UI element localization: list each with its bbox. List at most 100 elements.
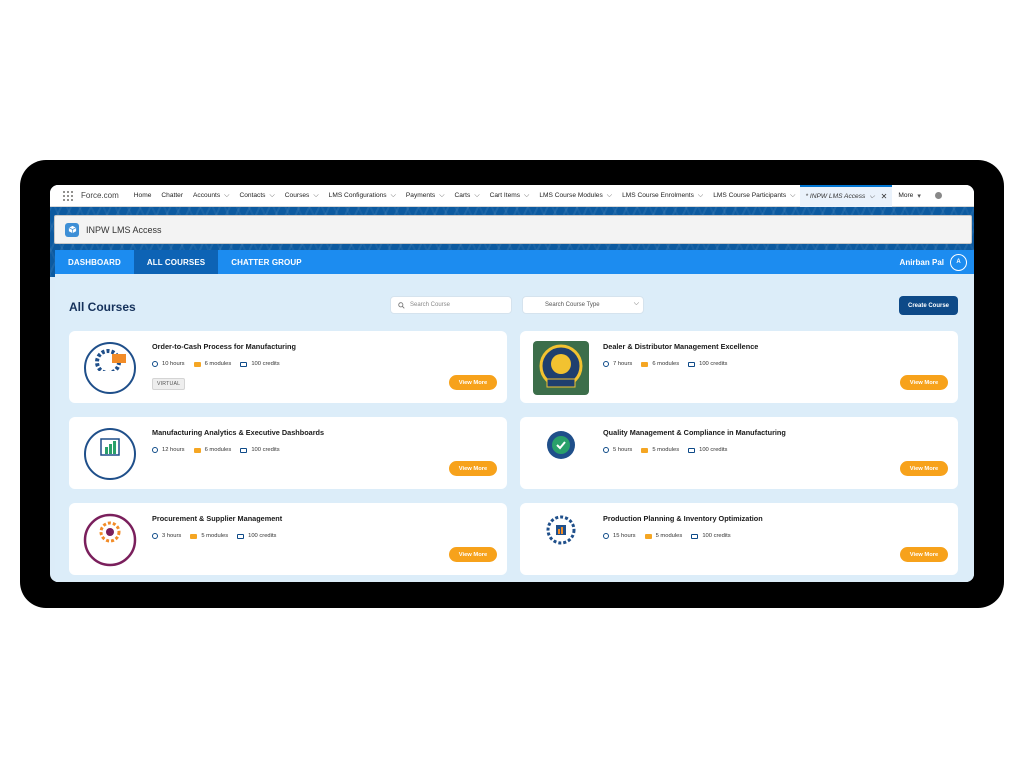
nav-more-label: More [898,192,914,199]
clock-icon [603,361,609,367]
create-course-button[interactable]: Create Course [899,296,958,315]
course-modules: 5 modules [201,533,229,539]
nav-item-label: LMS Configurations [328,192,387,199]
modules-icon [644,533,652,539]
chevron-down-icon[interactable]: ⌵ [391,192,396,200]
nav-item-cart-items[interactable]: Cart Items ⌵ [485,185,535,207]
course-card: Manufacturing Analytics & Executive Dash… [69,417,507,489]
course-card: Production Planning & Inventory Optimiza… [520,503,958,575]
course-type-select[interactable]: Search Course Type ⌵ [522,296,644,314]
settings-icon[interactable] [934,192,942,199]
nav-item-label: Contacts [239,192,266,199]
view-more-button[interactable]: View More [900,375,948,390]
view-more-button[interactable]: View More [449,547,497,562]
nav-item-home[interactable]: Home [129,185,157,207]
nav-item-contacts[interactable]: Contacts ⌵ [234,185,279,207]
course-thumbnail [82,427,138,481]
course-meta: 5 hours 5 modules 100 credits [603,447,736,453]
clock-icon [152,533,158,539]
course-title: Production Planning & Inventory Optimiza… [603,514,763,523]
view-more-button[interactable]: View More [900,461,948,476]
nav-item-inpw-lms-access[interactable]: * INPW LMS Access ⌵ ✕ [800,185,893,207]
clock-icon [152,361,158,367]
course-modules: 6 modules [204,361,232,367]
chevron-down-icon[interactable]: ⌵ [869,193,874,201]
course-thumbnail [82,513,138,567]
chevron-down-icon[interactable]: ⌵ [224,192,229,200]
nav-more[interactable]: More ▾ [892,192,927,200]
page-title: INPW LMS Access [86,224,162,235]
course-meta: 10 hours 6 modules 100 credits [152,361,289,367]
chevron-down-icon[interactable]: ⌵ [607,192,612,200]
page-heading: All Courses [69,300,136,314]
course-credits: 100 credits [699,361,728,367]
nav-item-label: Chatter [161,192,184,199]
credits-icon [237,533,245,539]
chevron-down-icon: ⌵ [633,300,639,307]
close-icon[interactable]: ✕ [881,192,888,201]
chevron-down-icon[interactable]: ⌵ [313,192,318,200]
clock-icon [152,447,158,453]
nav-item-label: Payments [405,192,436,199]
course-hours: 7 hours [613,361,633,367]
view-more-button[interactable]: View More [900,547,948,562]
course-meta: 15 hours 5 modules 100 credits [603,533,740,539]
modules-icon [193,447,201,453]
course-card: Order-to-Cash Process for Manufacturing … [69,331,507,403]
course-thumbnail [533,341,589,395]
chevron-down-icon[interactable]: ⌵ [698,192,703,200]
nav-item-lms-course-modules[interactable]: LMS Course Modules ⌵ [534,185,617,207]
course-title: Procurement & Supplier Management [152,514,283,523]
chevron-down-icon[interactable]: ⌵ [524,192,529,200]
nav-item-label: Accounts [193,192,221,199]
course-thumbnail [82,341,138,395]
course-modules: 6 modules [652,361,680,367]
app-launcher-icon[interactable] [63,190,73,201]
view-more-button[interactable]: View More [449,461,497,476]
status-badge: VIRTUAL [152,378,186,390]
nav-item-lms-course-participants[interactable]: LMS Course Participants ⌵ [708,185,800,207]
global-nav: Force.com Home Chatter Accounts ⌵ Contact… [50,185,974,207]
course-card: Dealer & Distributor Management Excellen… [520,331,958,403]
nav-item-courses[interactable]: Courses ⌵ [280,185,324,207]
course-card: Quality Management & Compliance in Manuf… [520,417,958,489]
modules-icon [190,533,198,539]
courses-panel: All Courses Search Course Search Course … [55,274,974,582]
view-more-button[interactable]: View More [449,375,497,390]
course-title: Order-to-Cash Process for Manufacturing [152,342,296,351]
nav-item-lms-course-enrolments[interactable]: LMS Course Enrolments ⌵ [617,185,708,207]
nav-item-label: LMS Course Enrolments [622,192,694,199]
nav-item-label: * INPW LMS Access [805,193,866,200]
search-course-input[interactable]: Search Course [390,296,512,314]
course-credits: 100 credits [702,533,731,539]
course-hours: 3 hours [162,533,182,539]
nav-item-payments[interactable]: Payments ⌵ [401,185,450,207]
credits-icon [691,533,699,539]
nav-item-carts[interactable]: Carts ⌵ [450,185,485,207]
nav-item-label: Courses [284,192,310,199]
tab-chatter-group[interactable]: CHATTER GROUP [218,250,314,274]
page-header: INPW LMS Access [54,215,972,244]
chevron-down-icon[interactable]: ⌵ [439,192,444,200]
course-hours: 10 hours [162,361,185,367]
user-menu[interactable]: Anirban Pal A [900,253,967,271]
nav-item-lms-configurations[interactable]: LMS Configurations ⌵ [324,185,401,207]
nav-item-chatter[interactable]: Chatter [156,185,188,207]
chevron-down-icon[interactable]: ⌵ [474,192,479,200]
nav-item-accounts[interactable]: Accounts ⌵ [188,185,234,207]
cube-icon [65,222,79,237]
credits-icon [240,447,248,453]
tab-all-courses[interactable]: ALL COURSES [133,250,219,274]
tab-dashboard[interactable]: DASHBOARD [55,250,134,274]
course-modules: 5 modules [652,447,680,453]
app-name: Force.com [81,191,119,200]
chevron-down-icon[interactable]: ⌵ [269,192,274,200]
course-card: Procurement & Supplier Management 3 hour… [69,503,507,575]
course-title: Dealer & Distributor Management Excellen… [603,342,759,351]
avatar[interactable]: A [950,253,967,271]
chevron-down-icon[interactable]: ⌵ [790,192,795,200]
search-icon [398,301,405,309]
course-meta: 12 hours 6 modules 100 credits [152,447,289,453]
nav-item-label: Cart Items [489,192,521,199]
course-hours: 5 hours [613,447,633,453]
